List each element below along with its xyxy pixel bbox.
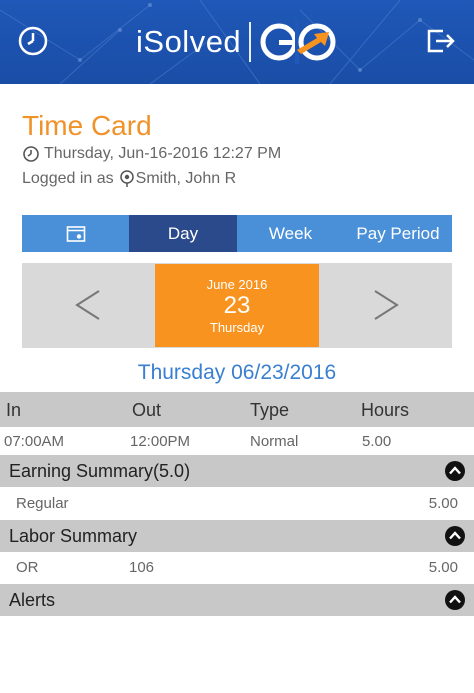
labor-summary-header[interactable]: Labor Summary [0,520,474,552]
list-item: Regular 5.00 [0,487,474,519]
collapse-icon[interactable] [445,526,465,546]
punch-hours: 5.00 [362,433,392,450]
punch-in: 07:00AM [4,433,65,450]
brand-divider [249,22,252,62]
chevron-right-icon [374,290,399,320]
brand-name: iSolved [136,24,242,59]
col-hours: Hours [361,400,410,420]
alerts-header[interactable]: Alerts [0,584,474,616]
page-title: Time Card [22,110,152,141]
selected-day: 23 [223,292,251,319]
selected-weekday: Thursday [209,320,265,335]
collapse-icon[interactable] [445,461,465,481]
tab-day[interactable]: Day [129,215,237,252]
prev-date-button[interactable] [58,277,118,333]
collapse-icon[interactable] [445,590,465,610]
labor-code: 106 [129,559,155,576]
punch-table-header: In Out Type Hours [0,392,474,427]
earning-label: Regular [16,495,69,512]
clock-small-icon [23,146,39,162]
logout-button[interactable] [424,24,458,58]
col-type: Type [250,400,290,420]
selected-date: June 2016 23 Thursday [155,264,319,347]
labor-summary-title: Labor Summary [9,526,138,546]
list-item: OR 106 5.00 [0,552,474,584]
date-picker: June 2016 23 Thursday [22,263,452,348]
datetime-text: Thursday, Jun-16-2016 12:27 PM [44,145,282,162]
punch-type: Normal [250,433,299,450]
clock-button[interactable] [16,24,50,58]
labor-value: 5.00 [428,559,458,576]
current-datetime: Thursday, Jun-16-2016 12:27 PM [22,145,281,163]
alerts-title: Alerts [9,590,56,610]
app-header: iSolved [0,0,474,84]
tab-calendar[interactable] [22,215,129,252]
clock-icon [18,26,48,56]
logged-in-label: Logged in as [22,170,114,187]
logout-icon [427,29,455,53]
day-heading: Thursday 06/23/2016 [137,361,337,384]
punch-out: 12:00PM [130,433,191,450]
table-row[interactable]: 07:00AM 12:00PM Normal 5.00 [0,427,474,455]
logged-in-info: Logged in as Smith, John R [22,170,236,188]
calendar-icon [66,225,85,242]
tab-pay-period[interactable]: Pay Period [344,215,452,252]
next-date-button[interactable] [356,277,416,333]
col-out: Out [132,400,162,420]
chevron-left-icon [75,290,100,320]
go-logo-icon [260,20,336,64]
user-pin-icon [119,170,134,187]
earning-value: 5.00 [428,495,458,512]
selected-month: June 2016 [206,277,268,292]
labor-label: OR [16,559,39,576]
earning-summary-header[interactable]: Earning Summary(5.0) [0,455,474,487]
tab-week[interactable]: Week [237,215,344,252]
earning-summary-title: Earning Summary(5.0) [9,461,191,481]
brand-logo: iSolved [136,18,339,66]
user-name: Smith, John R [135,170,237,187]
view-tabs: Day Week Pay Period [22,215,452,252]
col-in: In [6,400,22,420]
